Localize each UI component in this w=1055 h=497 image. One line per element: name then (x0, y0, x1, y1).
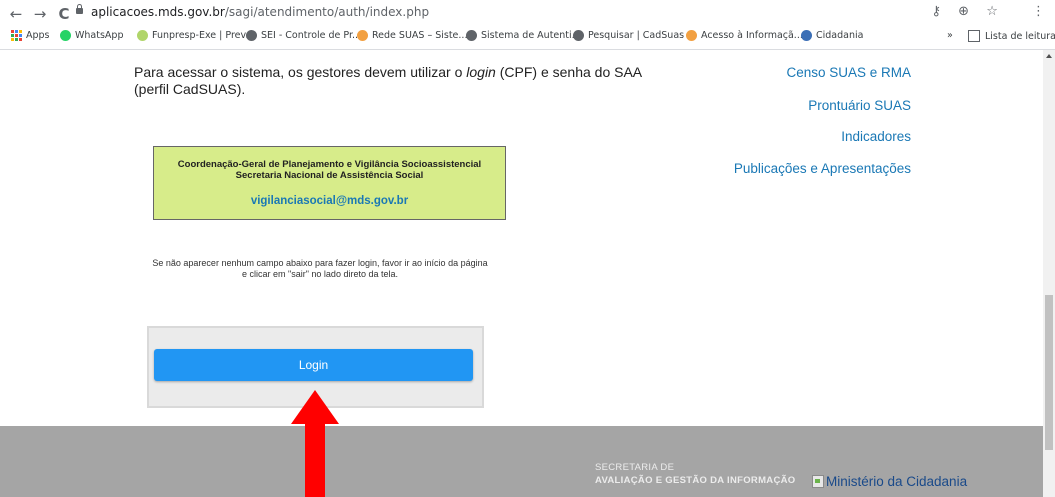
red-arrow-shaft (305, 423, 325, 497)
bookmark-cidadania[interactable]: Cidadania (801, 30, 863, 41)
red-arrow-head (291, 390, 339, 424)
bookmark-sei[interactable]: SEI - Controle de Pr... (246, 30, 361, 41)
footer-secretaria-line1: SECRETARIA DE (595, 462, 675, 473)
scroll-up-icon[interactable] (1046, 54, 1052, 58)
browser-toolbar: ← → C aplicacoes.mds.gov.br/sagi/atendim… (0, 0, 1055, 27)
menu-icon[interactable]: ⋮ (1032, 4, 1045, 19)
reload-icon[interactable]: C (54, 4, 74, 24)
contact-box: Coordenação-Geral de Planejamento e Vigi… (153, 146, 506, 220)
suas-icon (686, 30, 697, 41)
bookmarks-bar: Apps WhatsApp Funpresp-Exe | Prev... SEI… (0, 27, 1055, 50)
bookmark-funpresp[interactable]: Funpresp-Exe | Prev... (137, 30, 254, 41)
bookmark-label: Acesso à Informaçã... (701, 30, 803, 41)
lock-icon[interactable] (76, 4, 83, 14)
contact-secretaria: Secretaria Nacional de Assistência Socia… (235, 170, 424, 181)
forward-icon[interactable]: → (30, 4, 50, 24)
link-censo-suas[interactable]: Censo SUAS e RMA (786, 65, 911, 80)
reading-list-label: Lista de leitura (985, 30, 1055, 42)
contact-email-link[interactable]: vigilanciasocial@mds.gov.br (154, 195, 505, 207)
cidadania-icon (801, 30, 812, 41)
whatsapp-icon (60, 30, 71, 41)
globe-icon (466, 30, 477, 41)
link-publicacoes[interactable]: Publicações e Apresentações (734, 161, 911, 176)
link-prontuario-suas[interactable]: Prontuário SUAS (808, 98, 911, 113)
bookmark-label: Cidadania (816, 30, 864, 41)
intro-part1: Para acessar o sistema, os gestores deve… (134, 64, 467, 80)
funpresp-icon (137, 30, 148, 41)
star-icon[interactable]: ☆ (986, 4, 998, 19)
scroll-thumb[interactable] (1045, 295, 1053, 450)
bookmark-sistema-autenticacao[interactable]: Sistema de Autenti... (466, 30, 581, 41)
key-icon[interactable]: ⚷ (931, 4, 941, 19)
contact-coordination: Coordenação-Geral de Planejamento e Vigi… (177, 159, 482, 170)
globe-icon (573, 30, 584, 41)
bookmark-label: Funpresp-Exe | Prev... (152, 30, 255, 41)
bookmark-label: Apps (26, 30, 50, 41)
ministerio-alt-text: Ministério da Cidadania (826, 474, 968, 489)
toolbar-actions: ⚷ ⊕ ☆ ⋮ (918, 4, 1045, 19)
bookmark-label: SEI - Controle de Pr... (261, 30, 362, 41)
globe-icon (246, 30, 257, 41)
intro-login-emphasis: login (466, 64, 496, 80)
address-bar[interactable]: aplicacoes.mds.gov.br/sagi/atendimento/a… (91, 5, 429, 19)
reading-list-icon (968, 30, 980, 42)
login-button[interactable]: Login (154, 349, 473, 381)
login-notice: Se não aparecer nenhum campo abaixo para… (120, 258, 520, 280)
link-indicadores[interactable]: Indicadores (841, 129, 911, 144)
zoom-icon[interactable]: ⊕ (958, 4, 969, 19)
intro-text: Para acessar o sistema, os gestores deve… (134, 64, 644, 98)
page-content: Para acessar o sistema, os gestores deve… (0, 50, 1043, 497)
scrollbar[interactable] (1043, 50, 1055, 497)
url-host: aplicacoes.mds.gov.br (91, 5, 225, 19)
url-path: /sagi/atendimento/auth/index.php (224, 5, 430, 19)
bookmark-rede-suas[interactable]: Rede SUAS – Siste... (357, 30, 467, 41)
apps-grid-icon (11, 30, 22, 41)
bookmark-label: Pesquisar | CadSuas (588, 30, 685, 41)
footer-secretaria-line2: AVALIAÇÃO E GESTÃO DA INFORMAÇÃO (595, 475, 796, 486)
back-icon[interactable]: ← (6, 4, 26, 24)
bookmark-label: Rede SUAS – Siste... (372, 30, 468, 41)
bookmark-label: Sistema de Autenti... (481, 30, 581, 41)
ministerio-logo-link[interactable]: Ministério da Cidadania (812, 474, 967, 489)
bookmark-cadsuas[interactable]: Pesquisar | CadSuas (573, 30, 684, 41)
reading-list-button[interactable]: Lista de leitura (968, 30, 1055, 42)
bookmark-apps[interactable]: Apps (11, 30, 50, 41)
notice-line2: e clicar em "sair" no lado direto da tel… (242, 269, 398, 279)
bookmark-label: WhatsApp (75, 30, 124, 41)
notice-line1: Se não aparecer nenhum campo abaixo para… (152, 258, 488, 268)
bookmarks-overflow-button[interactable]: » (947, 30, 953, 41)
footer: SECRETARIA DE AVALIAÇÃO E GESTÃO DA INFO… (0, 426, 1043, 497)
suas-icon (357, 30, 368, 41)
bookmark-acesso-informacao[interactable]: Acesso à Informaçã... (686, 30, 803, 41)
bookmark-whatsapp[interactable]: WhatsApp (60, 30, 123, 41)
broken-image-icon (812, 475, 824, 488)
